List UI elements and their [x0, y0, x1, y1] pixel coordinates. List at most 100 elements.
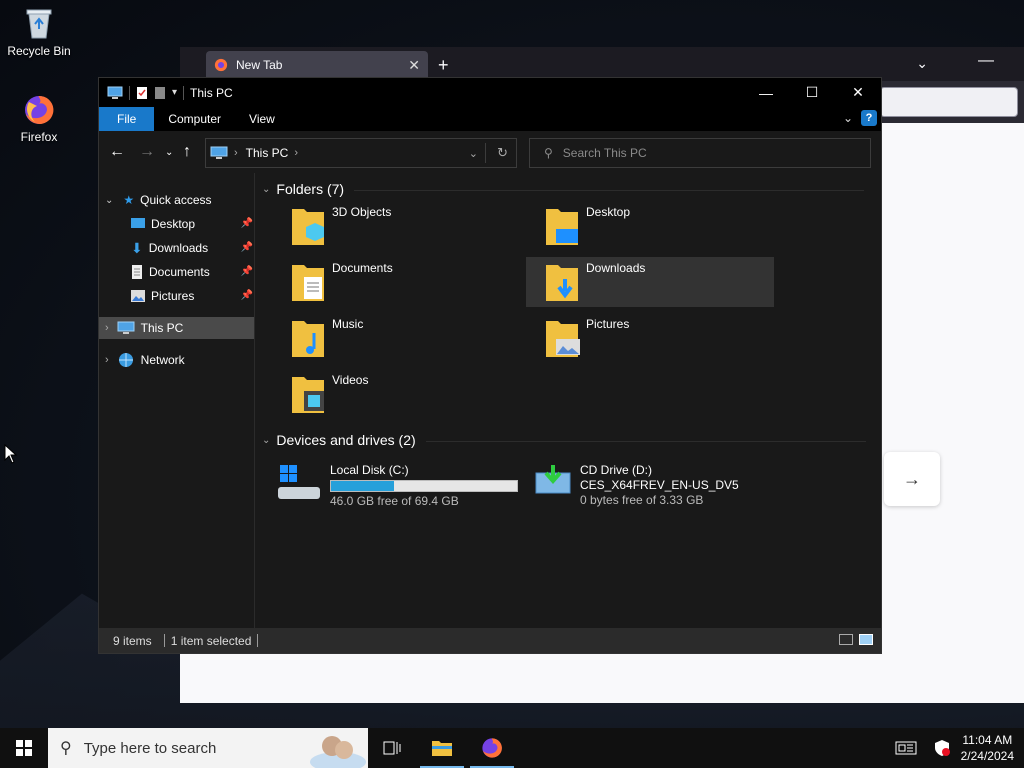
firefox-tabbar: New Tab ✕ + ⌄ — — [180, 47, 1024, 81]
task-view-button[interactable] — [368, 728, 416, 768]
address-dropdown-icon[interactable]: ⌄ — [469, 147, 478, 160]
videos-folder-icon — [292, 377, 324, 413]
properties-icon[interactable] — [136, 86, 148, 100]
sidebar-item-label: Pictures — [151, 289, 195, 303]
refresh-icon[interactable]: ↻ — [497, 145, 508, 161]
minimize-button[interactable]: — — [743, 78, 789, 107]
new-tab-button[interactable]: + — [438, 55, 449, 76]
folder-desktop[interactable]: Desktop — [526, 201, 774, 251]
news-icon — [895, 741, 917, 755]
taskbar-firefox[interactable] — [468, 728, 516, 768]
address-bar[interactable]: › This PC › ⌄ ↻ — [205, 138, 517, 168]
sidebar-item-documents[interactable]: Documents 📌 — [131, 261, 255, 283]
clock-date: 2/24/2024 — [960, 749, 1014, 763]
sidebar-item-pictures[interactable]: Pictures 📌 — [131, 285, 255, 307]
chevron-right-icon[interactable]: › — [105, 322, 109, 334]
maximize-button[interactable]: ☐ — [789, 78, 835, 107]
tab-computer[interactable]: Computer — [154, 107, 235, 131]
tab-file[interactable]: File — [99, 107, 155, 131]
divider — [425, 441, 866, 442]
customize-toolbar-icon[interactable]: ▾ — [172, 87, 177, 98]
firefox-tab-title: New Tab — [236, 58, 283, 72]
expand-ribbon-icon[interactable]: ⌄ — [843, 111, 853, 125]
navigation-pane: ⌄ ★ Quick access Desktop 📌 ⬇ Downloads 📌… — [99, 173, 255, 628]
close-button[interactable]: ✕ — [835, 78, 881, 107]
documents-icon — [132, 265, 142, 279]
sidebar-item-this-pc[interactable]: › This PC — [99, 317, 254, 339]
taskbar-file-explorer[interactable] — [418, 728, 466, 768]
group-header-folders[interactable]: ⌄ Folders (7) — [262, 181, 865, 197]
sidebar-item-desktop[interactable]: Desktop 📌 — [131, 213, 255, 235]
search-input[interactable]: ⚲ Search This PC — [529, 138, 871, 168]
sidebar-item-downloads[interactable]: ⬇ Downloads 📌 — [131, 237, 255, 259]
taskbar-search-input[interactable]: ⚲ Type here to search — [48, 728, 368, 768]
chevron-down-icon[interactable]: ⌄ — [105, 195, 113, 206]
task-view-icon — [383, 741, 401, 755]
start-button[interactable] — [0, 728, 48, 768]
back-arrow-icon[interactable]: ← — [109, 143, 125, 161]
system-clock[interactable]: 11:04 AM 2/24/2024 — [961, 732, 1014, 764]
content-pane: ⌄ Folders (7) 3D Objects Desktop Documen… — [256, 173, 881, 628]
chevron-right-icon[interactable]: › — [105, 354, 109, 366]
drive-info: Local Disk (C:) 46.0 GB free of 69.4 GB — [330, 463, 518, 509]
breadcrumb-this-pc[interactable]: This PC — [246, 146, 289, 160]
list-tabs-icon[interactable]: ⌄ — [916, 55, 928, 72]
folder-label: Music — [332, 317, 364, 331]
minimize-icon[interactable]: — — [978, 52, 994, 70]
desktop-icon-firefox[interactable]: Firefox — [1, 94, 77, 144]
folder-downloads[interactable]: Downloads — [526, 257, 774, 307]
sidebar-item-quick-access[interactable]: ⌄ ★ Quick access — [105, 189, 255, 211]
help-button[interactable]: ? — [861, 110, 877, 126]
details-view-icon[interactable] — [839, 634, 853, 645]
status-item-count: 9 items — [113, 633, 152, 648]
desktop-icon-recycle-bin[interactable]: Recycle Bin — [1, 6, 77, 58]
window-title: This PC — [190, 85, 233, 100]
address-row: ← → ⌄ ↑ › This PC › ⌄ ↻ ⚲ Search This PC — [99, 131, 881, 173]
forward-arrow-icon[interactable]: → — [139, 143, 155, 161]
group-header-devices[interactable]: ⌄ Devices and drives (2) — [262, 432, 866, 448]
status-selection: 1 item selected — [170, 633, 252, 648]
drive-volume-label: CES_X64FREV_EN-US_DV5 — [580, 478, 739, 492]
folder-label: Videos — [332, 373, 369, 387]
tab-view[interactable]: View — [235, 107, 289, 131]
firefox-icon — [214, 58, 228, 72]
folder-pictures[interactable]: Pictures — [526, 313, 774, 363]
folder-documents[interactable]: Documents — [272, 257, 520, 307]
next-arrow-button[interactable]: → — [884, 452, 940, 506]
shield-icon — [935, 740, 950, 756]
folder-label: Pictures — [586, 317, 630, 331]
cd-drive-icon — [535, 465, 571, 494]
folder-videos[interactable]: Videos — [272, 369, 520, 419]
recycle-bin-icon — [26, 9, 52, 39]
url-bar[interactable] — [880, 87, 1018, 117]
title-bar: ▾ This PC — ☐ ✕ — [99, 78, 881, 107]
this-pc-icon — [107, 86, 123, 99]
close-tab-button[interactable]: ✕ — [408, 57, 420, 74]
pin-icon: 📌 — [240, 290, 253, 301]
new-folder-icon[interactable] — [154, 86, 166, 100]
breadcrumb-separator-icon[interactable]: › — [234, 147, 238, 159]
firefox-tab[interactable]: New Tab ✕ — [206, 51, 428, 79]
search-highlight-icon — [310, 736, 366, 768]
drive-cd-d[interactable]: CD Drive (D:) CES_X64FREV_EN-US_DV5 0 by… — [534, 463, 739, 513]
breadcrumb-separator-icon[interactable]: › — [294, 147, 298, 159]
drive-name: CD Drive (D:) — [580, 463, 652, 477]
recent-locations-icon[interactable]: ⌄ — [165, 147, 173, 158]
chevron-down-icon: ⌄ — [262, 183, 271, 195]
sidebar-item-network[interactable]: › Network — [105, 349, 255, 371]
folder-3d-objects[interactable]: 3D Objects — [272, 201, 520, 251]
separator — [163, 634, 165, 647]
this-pc-icon — [210, 146, 228, 159]
large-icons-view-icon[interactable] — [859, 634, 873, 645]
pin-icon: 📌 — [240, 266, 253, 277]
drive-local-disk-c[interactable]: Local Disk (C:) 46.0 GB free of 69.4 GB — [276, 463, 518, 513]
view-switcher — [839, 634, 873, 645]
sidebar-item-label: Network — [140, 353, 185, 367]
folder-music[interactable]: Music — [272, 313, 520, 363]
mouse-cursor-icon — [4, 444, 18, 464]
security-tray-button[interactable] — [920, 728, 964, 768]
desktop-folder-icon — [546, 209, 578, 245]
separator — [485, 143, 486, 163]
drive-free-space: 0 bytes free of 3.33 GB — [580, 493, 704, 507]
up-arrow-icon[interactable]: ↑ — [183, 143, 191, 161]
